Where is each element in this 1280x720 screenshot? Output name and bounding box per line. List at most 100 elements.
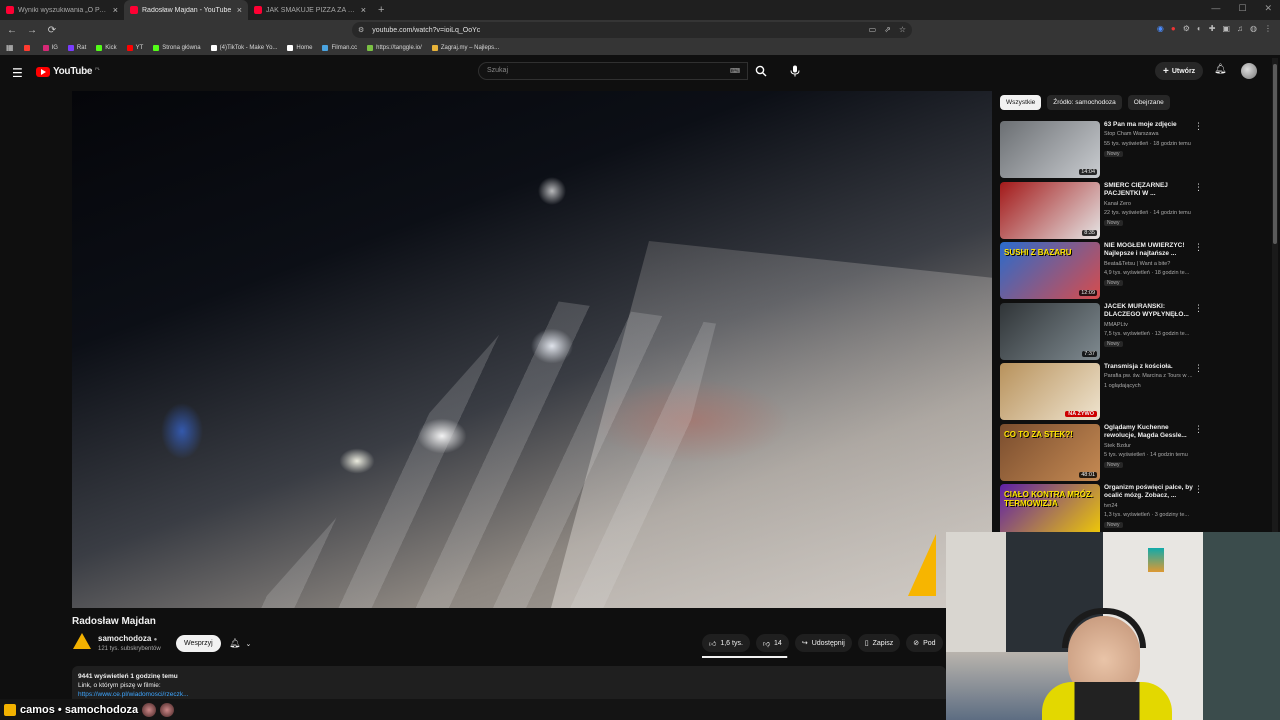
extension-icon[interactable]: ◐ xyxy=(1197,24,1202,33)
channel-name[interactable]: Kanał Zero xyxy=(1104,201,1131,207)
close-window-icon[interactable]: ✕ xyxy=(1264,3,1272,14)
more-options-icon[interactable]: ⋮ xyxy=(1194,363,1203,374)
voice-search-button[interactable] xyxy=(786,62,804,80)
forward-icon[interactable]: → xyxy=(24,25,40,36)
video-thumbnail[interactable]: SUSHI Z BAZARU 12:09 xyxy=(1000,242,1100,299)
apps-grid-icon[interactable]: ▦ xyxy=(6,43,14,52)
cast-icon[interactable]: ▭ xyxy=(869,25,877,34)
extension-icon[interactable]: ⚙ xyxy=(1183,24,1190,33)
video-title[interactable]: NIE MOGŁEM UWIERZYĆ! Najlepsze i najtańs… xyxy=(1104,242,1196,258)
profile-icon[interactable]: ◍ xyxy=(1250,24,1257,33)
share-icon[interactable]: ⇗ xyxy=(884,25,891,34)
menu-hamburger-icon[interactable]: ☰ xyxy=(12,66,23,80)
video-thumbnail[interactable]: 14:04 xyxy=(1000,121,1100,178)
bookmark-item[interactable]: YT xyxy=(126,44,143,51)
bookmark-item[interactable]: Strona główna xyxy=(153,44,201,51)
video-title[interactable]: 63 Pan ma moje zdjęcie xyxy=(1104,121,1196,129)
browser-tab[interactable]: Radosław Majdan - YouTube × xyxy=(124,0,248,20)
recommended-video[interactable]: SUSHI Z BAZARU 12:09 NIE MOGŁEM UWIERZYĆ! … xyxy=(1000,242,1210,300)
video-title[interactable]: ŚMIERĆ CIĘŻARNEJ PACJENTKI W ... xyxy=(1104,182,1196,198)
bookmark-item[interactable]: Filman.cc xyxy=(322,44,357,51)
bookmark-item[interactable]: Zagraj.my – Najleps... xyxy=(431,44,499,51)
notifications-bell-icon[interactable]: 🔔︎ xyxy=(1214,64,1227,75)
filter-chip[interactable]: Wszystkie xyxy=(1000,95,1042,110)
puzzle-icon[interactable]: ✚ xyxy=(1209,24,1216,33)
url-text[interactable]: youtube.com/watch?v=ioiLq_OoYc xyxy=(372,27,480,34)
back-icon[interactable]: ← xyxy=(4,25,20,36)
more-options-icon[interactable]: ⋮ xyxy=(1194,484,1203,495)
keyboard-icon[interactable]: ⌨ xyxy=(730,67,740,75)
channel-name[interactable]: Beata&Tetsu | Want a bite? xyxy=(1104,261,1170,267)
bookmark-item[interactable] xyxy=(23,44,33,51)
address-bar[interactable]: ⚙ youtube.com/watch?v=ioiLq_OoYc ▭ ⇗ ☆ xyxy=(352,22,912,38)
search-input[interactable]: Szukaj xyxy=(478,62,748,80)
save-button[interactable]: ▯ Zapisz xyxy=(857,634,901,652)
minimize-icon[interactable]: — xyxy=(1211,3,1220,14)
bookmark-item[interactable]: Kick xyxy=(96,44,117,51)
channel-avatar[interactable] xyxy=(73,633,91,651)
account-avatar[interactable] xyxy=(1241,63,1257,79)
reload-icon[interactable]: ⟳ xyxy=(44,25,60,36)
menu-icon[interactable]: ⋮ xyxy=(1264,24,1272,33)
bookmark-item[interactable]: Rat xyxy=(67,44,86,51)
bookmark-item[interactable]: IG xyxy=(42,44,58,51)
bookmark-item[interactable]: (4)TikTok - Make Yo... xyxy=(210,44,277,51)
more-options-icon[interactable]: ⋮ xyxy=(1194,242,1203,253)
extension-icon[interactable]: ◉ xyxy=(1157,24,1164,33)
bookmark-item[interactable]: https://tanggle.io/ xyxy=(367,44,422,51)
recommended-video[interactable]: CO TO ZA STEK?! 48:01 Oglądamy Kuchenne re… xyxy=(1000,423,1210,482)
channel-name[interactable]: Stek Bzdur xyxy=(1104,443,1131,449)
support-button[interactable]: Wesprzyj xyxy=(176,635,221,652)
more-button[interactable]: ⊘ Pod xyxy=(906,634,943,652)
bookmarks-bar: ▦ IG Rat Kick YT Strona główna (4)TikTok - Ma… xyxy=(0,40,1280,55)
video-title[interactable]: Oglądamy Kuchenne rewolucje, Magda Gessl… xyxy=(1104,424,1196,440)
site-info-icon[interactable]: ⚙ xyxy=(358,26,364,34)
bookmark-star-icon[interactable]: ☆ xyxy=(899,25,906,34)
video-title[interactable]: Transmisja z kościoła. xyxy=(1104,363,1196,371)
browser-tab[interactable]: JAK SMAKUJE PIZZA ZA 3,50zł? - Yo × xyxy=(248,0,372,20)
channel-name[interactable]: tvn24 xyxy=(1104,503,1117,509)
more-options-icon[interactable]: ⋮ xyxy=(1194,182,1203,193)
video-player[interactable] xyxy=(72,91,992,608)
channel-name[interactable]: samochodoza ● xyxy=(98,634,157,643)
video-title[interactable]: Organizm poświęci palce, by ocalić mózg.… xyxy=(1104,484,1196,500)
maximize-icon[interactable]: ☐ xyxy=(1238,3,1246,14)
video-thumbnail[interactable]: 8:35 xyxy=(1000,181,1100,239)
record-icon[interactable]: ● xyxy=(1171,24,1176,33)
search-button[interactable] xyxy=(750,62,772,80)
channel-name[interactable]: Parafia pw. św. Marcina z Tours w ... xyxy=(1104,373,1193,379)
more-options-icon[interactable]: ⋮ xyxy=(1194,121,1203,132)
new-tab-button[interactable]: + xyxy=(372,4,390,16)
channel-name[interactable]: MMAPLtv xyxy=(1104,322,1128,328)
like-button[interactable]: 👍︎ 1,6 tys. xyxy=(702,634,750,652)
dislike-button[interactable]: 👎︎ 14 xyxy=(755,634,789,652)
recommended-video[interactable]: 7:37 JACEK MURAŃSKI: DLACZEGO WYPŁYNĘŁO..… xyxy=(1000,302,1210,361)
recommended-video[interactable]: 14:04 63 Pan ma moje zdjęcie Stop Cham War… xyxy=(1000,121,1210,179)
browser-tab[interactable]: Wyniki wyszukiwania „O PANI” w ser × xyxy=(0,0,124,20)
recommended-video[interactable]: NA ŻYWO Transmisja z kościoła. Parafia pw.… xyxy=(1000,363,1210,421)
video-title: Radosław Majdan xyxy=(72,616,156,627)
video-title[interactable]: JACEK MURAŃSKI: DLACZEGO WYPŁYNĘŁO... xyxy=(1104,303,1196,319)
description-link[interactable]: https://www.ce.pl/wiadomosci/rzeczk... xyxy=(78,690,940,699)
filter-chip[interactable]: Źródło: samochodoza xyxy=(1047,95,1122,110)
channel-name[interactable]: Stop Cham Warszawa xyxy=(1104,131,1159,137)
filter-chip[interactable]: Obejrzane xyxy=(1127,95,1170,110)
like-count: 1,6 tys. xyxy=(720,639,743,647)
close-tab-icon[interactable]: × xyxy=(113,5,118,15)
share-button[interactable]: ↪ Udostępnij xyxy=(794,634,852,652)
close-tab-icon[interactable]: × xyxy=(237,5,242,15)
recommended-video[interactable]: 8:35 ŚMIERĆ CIĘŻARNEJ PACJENTKI W ... Kana… xyxy=(1000,181,1210,240)
video-thumbnail[interactable]: 7:37 xyxy=(1000,302,1100,360)
media-icon[interactable]: ♫ xyxy=(1237,24,1243,33)
video-thumbnail[interactable]: NA ŻYWO xyxy=(1000,363,1100,420)
bell-icon: 🔔︎ xyxy=(229,638,241,648)
close-tab-icon[interactable]: × xyxy=(361,5,366,15)
sidepanel-icon[interactable]: ▣ xyxy=(1222,24,1230,33)
more-options-icon[interactable]: ⋮ xyxy=(1194,303,1203,314)
create-button[interactable]: + Utwórz xyxy=(1155,62,1204,80)
subscription-bell-button[interactable]: 🔔︎ ⌄ xyxy=(229,635,259,652)
bookmark-item[interactable]: Home xyxy=(287,44,312,51)
video-thumbnail[interactable]: CO TO ZA STEK?! 48:01 xyxy=(1000,423,1100,481)
more-options-icon[interactable]: ⋮ xyxy=(1194,424,1203,435)
youtube-logo[interactable]: YouTube PL xyxy=(36,66,100,77)
